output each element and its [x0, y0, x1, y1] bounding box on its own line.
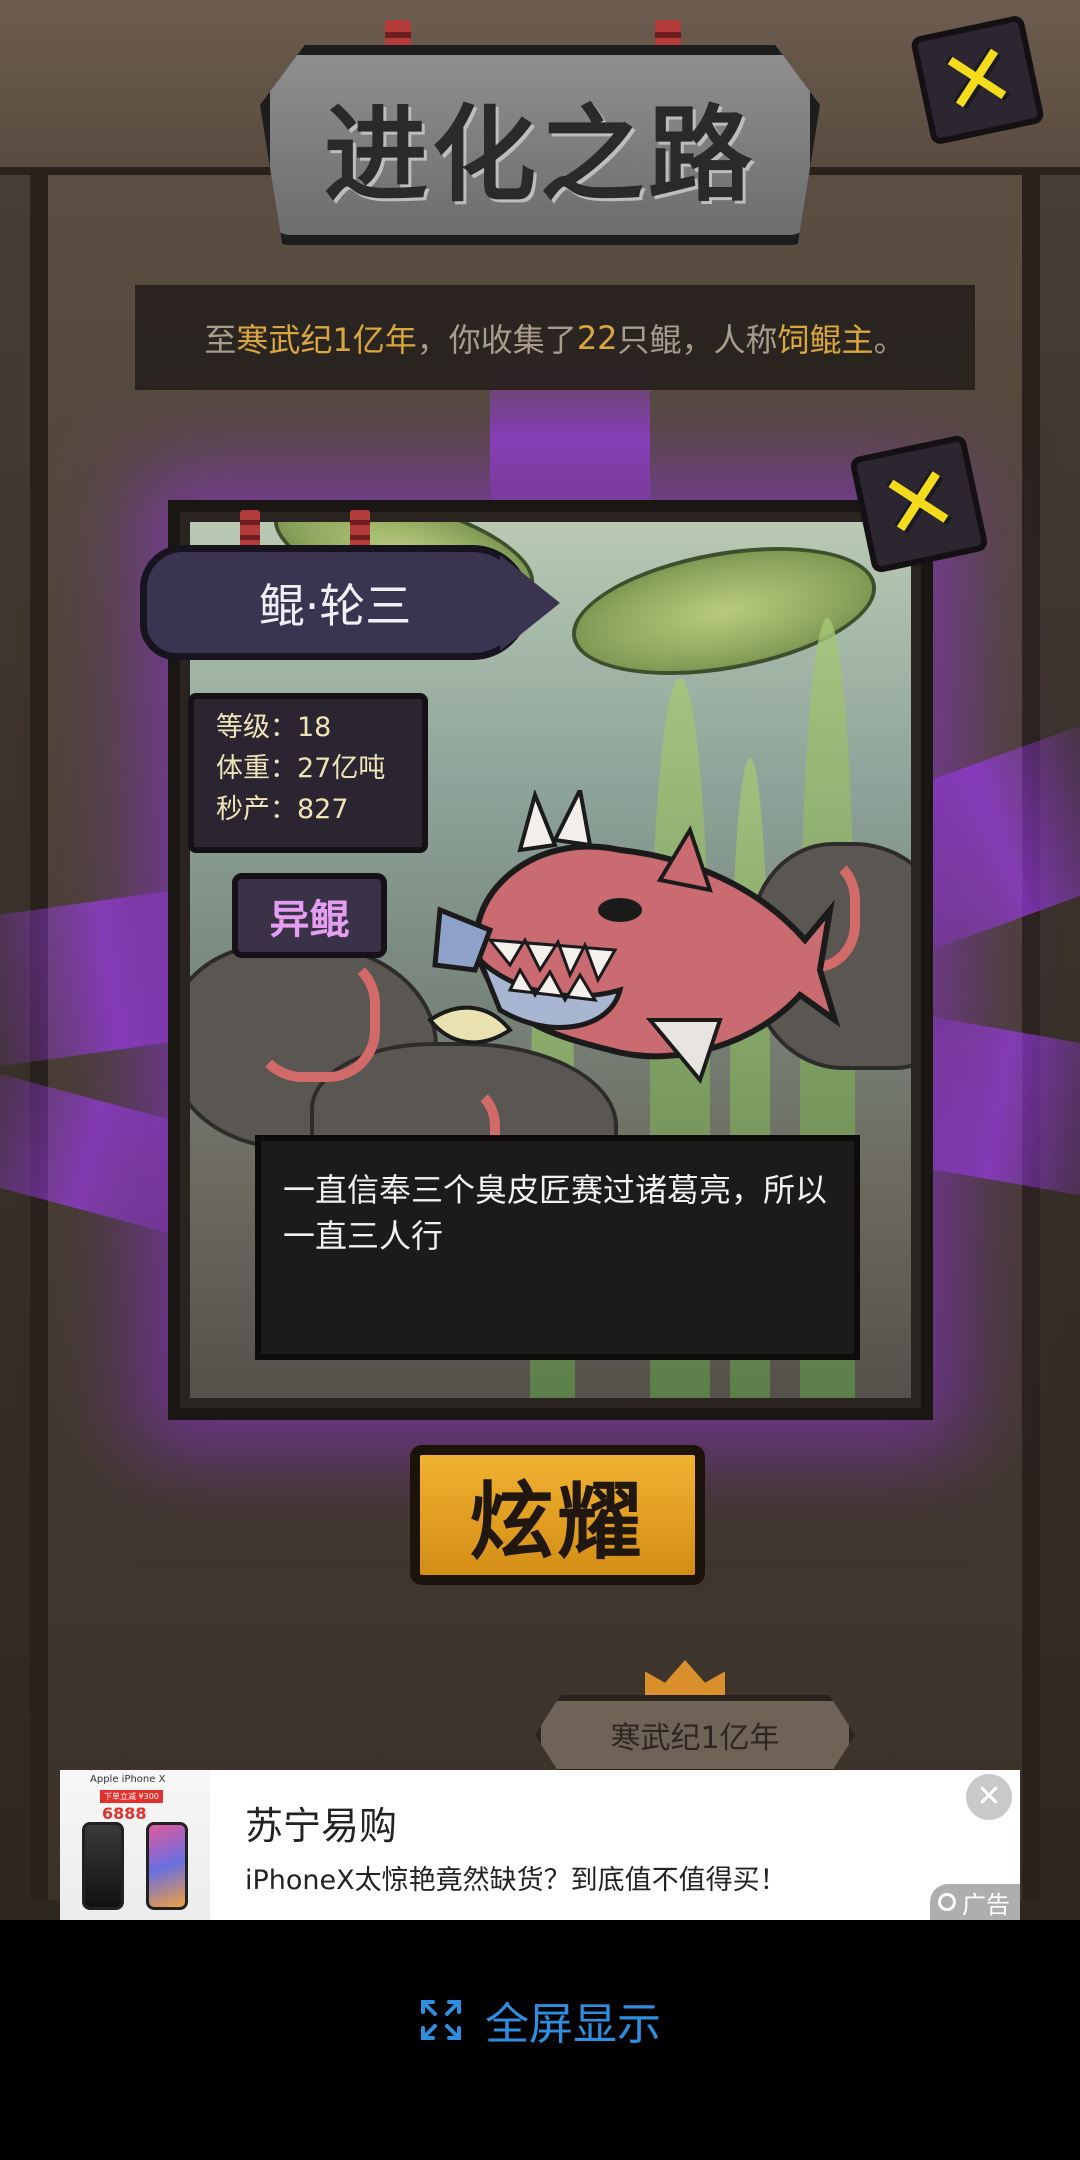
ad-description: iPhoneX太惊艳竟然缺货？到底值不值得买！: [245, 1865, 787, 1896]
ad-label: 广告: [930, 1884, 1020, 1920]
shark-kun-illustration: [427, 790, 840, 1085]
title-board: 进化之路: [260, 45, 820, 245]
type-tag-label: 异鲲: [269, 896, 350, 943]
type-tag: 异鲲: [232, 873, 387, 958]
ad-banner[interactable]: Apple iPhone X 下单立减 ¥300 6888 苏宁易购 iPhon…: [60, 1770, 1020, 1920]
page-title: 进化之路: [323, 93, 756, 216]
expand-icon: [421, 2000, 461, 2040]
fullscreen-label: 全屏显示: [485, 1999, 661, 2050]
close-x-icon: ✕: [930, 21, 1025, 138]
ad-label-text: 广告: [962, 1890, 1010, 1919]
phone-back-image: [82, 1822, 124, 1910]
close-page-button[interactable]: ✕: [909, 14, 1046, 146]
ad-ring-icon: [938, 1893, 956, 1911]
summary-mid: ，你收集了: [416, 320, 577, 359]
show-off-button[interactable]: 炫耀: [410, 1445, 705, 1585]
era-badge: 寒武纪1亿年: [535, 1695, 855, 1775]
close-icon: ✕: [976, 1779, 1002, 1814]
summary-prefix: 至: [204, 320, 237, 359]
show-off-label: 炫耀: [469, 1472, 646, 1571]
phone-front-image: [146, 1822, 188, 1910]
close-x-icon: ✕: [871, 444, 967, 563]
summary-era: 寒武纪1亿年: [236, 320, 417, 359]
summary-end: 。: [873, 320, 906, 359]
summary-count: 22: [576, 318, 618, 357]
stats-panel: 等级：18 体重：27亿吨 秒产：827: [188, 693, 428, 853]
summary-banner: 至寒武纪1亿年 ，你收集了 22 只鲲，人称 饲鲲主。: [135, 285, 975, 390]
ad-thumb-model: Apple iPhone X: [90, 1774, 166, 1785]
stat-level: 等级：18: [216, 712, 332, 743]
ad-thumbnail[interactable]: Apple iPhone X 下单立减 ¥300 6888: [60, 1770, 210, 1920]
fish-tail-shape: [500, 555, 560, 651]
coral: [250, 952, 380, 1082]
stat-production: 秒产：827: [216, 794, 349, 825]
summary-honor: 饲鲲主: [777, 320, 874, 359]
game-screen: 进化之路 ✕ 至寒武纪1亿年 ，你收集了 22 只鲲，人称 饲鲲主。 ✕ 鲲·轮…: [0, 0, 1080, 2160]
ad-brand: 苏宁易购: [245, 1804, 398, 1848]
ad-close-button[interactable]: ✕: [966, 1774, 1012, 1820]
summary-unit: 只鲲，人称: [617, 320, 778, 359]
name-plate: 鲲·轮三: [140, 545, 530, 660]
fullscreen-button[interactable]: 全屏显示: [419, 1988, 661, 2052]
fullscreen-bar: 全屏显示: [0, 1920, 1080, 2160]
stat-weight: 体重：27亿吨: [216, 753, 386, 784]
ad-thumb-promo: 下单立减 ¥300: [100, 1790, 163, 1803]
kun-description: 一直信奉三个臭皮匠赛过诸葛亮，所以一直三人行: [255, 1135, 860, 1360]
kun-name: 鲲·轮三: [258, 578, 412, 633]
close-card-button[interactable]: ✕: [849, 434, 989, 574]
ad-thumb-price: 6888: [102, 1804, 147, 1823]
